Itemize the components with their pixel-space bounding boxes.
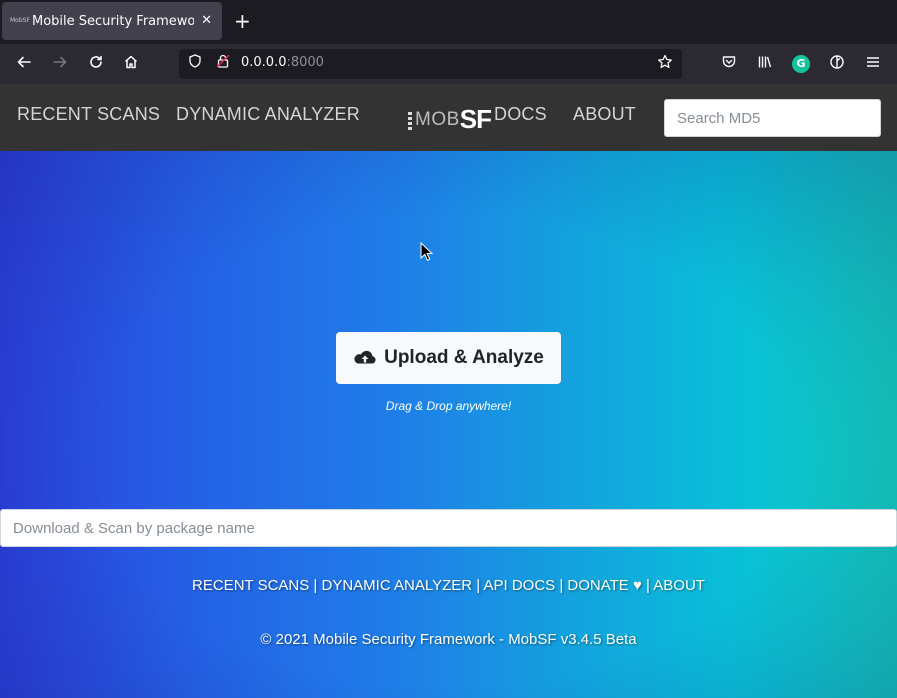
footer-api-docs[interactable]: API DOCS	[484, 577, 556, 594]
reload-icon[interactable]	[86, 54, 106, 74]
footer-separator: |	[309, 577, 322, 594]
nav-dynamic-analyzer[interactable]: DYNAMIC ANALYZER	[176, 104, 360, 125]
upload-analyze-label: Upload & Analyze	[384, 347, 544, 368]
copyright-text: © 2021 Mobile Security Framework - MobSF…	[260, 631, 637, 648]
mouse-cursor-icon	[420, 242, 434, 261]
nav-docs[interactable]: DOCS	[494, 104, 547, 125]
back-icon[interactable]	[14, 54, 34, 74]
logo-mob-text: MOB	[415, 109, 460, 130]
logo-bars-icon	[408, 112, 412, 130]
upload-analyze-button[interactable]: Upload & Analyze	[336, 332, 561, 384]
footer-separator: |	[641, 577, 654, 594]
grammarly-extension-icon[interactable]: G	[792, 55, 810, 73]
home-icon[interactable]	[121, 54, 141, 74]
browser-tab[interactable]: MobSF Mobile Security Framework ✕	[2, 2, 222, 40]
hamburger-menu-icon[interactable]	[863, 54, 883, 74]
drag-drop-hint: Drag & Drop anywhere!	[385, 399, 512, 413]
upload-area[interactable]: Upload & Analyze Drag & Drop anywhere! R…	[0, 151, 897, 698]
footer-about[interactable]: ABOUT	[653, 577, 705, 594]
footer-separator: |	[555, 577, 568, 594]
logo-sf-text: SF	[459, 104, 492, 134]
pocket-icon[interactable]	[719, 54, 739, 74]
shield-icon[interactable]	[185, 54, 205, 74]
new-tab-icon[interactable]: +	[234, 10, 251, 32]
url-host: 0.0.0.0	[241, 55, 287, 70]
cloud-upload-icon	[354, 350, 376, 364]
bookmark-star-icon[interactable]	[655, 54, 675, 74]
insecure-lock-icon[interactable]	[213, 54, 233, 74]
footer-links: RECENT SCANS | DYNAMIC ANALYZER | API DO…	[0, 577, 897, 594]
nav-recent-scans[interactable]: RECENT SCANS	[17, 104, 160, 125]
package-name-input[interactable]	[0, 509, 897, 547]
url-text[interactable]: 0.0.0.0:8000	[241, 55, 324, 70]
footer-recent-scans[interactable]: RECENT SCANS	[192, 577, 309, 594]
mobsf-logo[interactable]: MOB SF	[408, 104, 492, 134]
library-icon[interactable]	[755, 54, 775, 74]
extension-icon[interactable]	[827, 54, 847, 74]
app-navbar: RECENT SCANS DYNAMIC ANALYZER DOCS ABOUT…	[0, 84, 897, 151]
search-md5-input[interactable]	[664, 99, 881, 137]
forward-icon[interactable]	[50, 54, 70, 74]
footer-separator: |	[472, 577, 484, 594]
footer-dynamic-analyzer[interactable]: DYNAMIC ANALYZER	[322, 577, 473, 594]
tab-title: Mobile Security Framework	[32, 13, 194, 29]
url-port: :8000	[286, 55, 324, 70]
url-bar[interactable]: 0.0.0.0:8000	[179, 49, 682, 79]
browser-toolbar: 0.0.0.0:8000 G	[0, 44, 897, 84]
footer-donate[interactable]: DONATE ♥	[567, 577, 641, 594]
mobsf-favicon-icon: MobSF	[10, 17, 30, 24]
nav-about[interactable]: ABOUT	[573, 104, 636, 125]
close-tab-icon[interactable]: ✕	[201, 12, 212, 30]
browser-tab-strip: MobSF Mobile Security Framework ✕ +	[0, 0, 897, 44]
